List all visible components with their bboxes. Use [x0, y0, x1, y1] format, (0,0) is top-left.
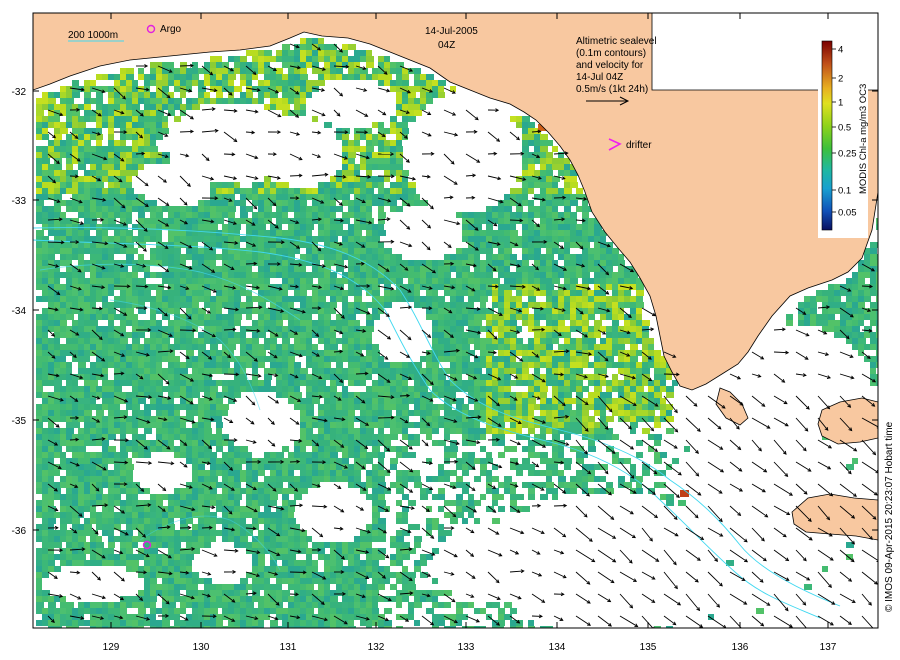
colorbar-tick-label: 2 — [838, 74, 843, 85]
scale-bar-label: 200 1000m — [68, 30, 118, 41]
lon-tick-label: 135 — [640, 642, 657, 653]
colorbar-tick-label: 0.25 — [838, 149, 857, 160]
lon-tick-label: 129 — [103, 642, 120, 653]
lon-tick-label: 132 — [368, 642, 385, 653]
lon-tick-label: 136 — [732, 642, 749, 653]
colorbar-ramp — [821, 40, 833, 231]
lon-tick-label: 137 — [820, 642, 837, 653]
altimetry-note-line2: (0.1m contours) — [576, 48, 646, 59]
title-date: 14-Jul-2005 — [425, 26, 478, 37]
lat-tick-label: -33 — [12, 196, 27, 207]
scale-bar: 200 1000m — [68, 30, 124, 42]
altimetry-note-line3: and velocity for — [576, 60, 644, 71]
altimetry-note-line1: Altimetric sealevel — [576, 36, 657, 47]
lat-tick-label: -36 — [12, 526, 27, 537]
colorbar-title: MODIS Chl-a mg/m3 OC3 — [858, 84, 869, 194]
lon-tick-label: 131 — [280, 642, 297, 653]
drifter-label: drifter — [626, 140, 652, 151]
credit-text: © IMOS 09-Apr-2015 20:23:07 Hobart time — [884, 421, 895, 612]
map-figure: 129 130 131 132 133 134 135 136 137 -32 -33 -34 -35 -… — [12, 12, 895, 653]
argo-label: Argo — [160, 24, 182, 35]
lat-tick-label: -35 — [12, 416, 27, 427]
lat-tick-label: -32 — [12, 87, 27, 98]
altimetry-note-line5: 0.5m/s (1kt 24h) — [576, 84, 648, 95]
lon-tick-label: 134 — [549, 642, 566, 653]
colorbar-tick-label: 1 — [838, 98, 843, 109]
colorbar-tick-label: 0.5 — [838, 123, 851, 134]
lat-tick-label: -34 — [12, 306, 27, 317]
altimetry-note-line4: 14-Jul 04Z — [576, 72, 623, 83]
colorbar-tick-label: 0.05 — [838, 208, 857, 219]
lon-tick-label: 133 — [458, 642, 475, 653]
colorbar-tick-label: 0.1 — [838, 186, 851, 197]
lon-tick-label: 130 — [193, 642, 210, 653]
title-time: 04Z — [438, 40, 455, 51]
colorbar-tick-label: 4 — [838, 45, 843, 56]
